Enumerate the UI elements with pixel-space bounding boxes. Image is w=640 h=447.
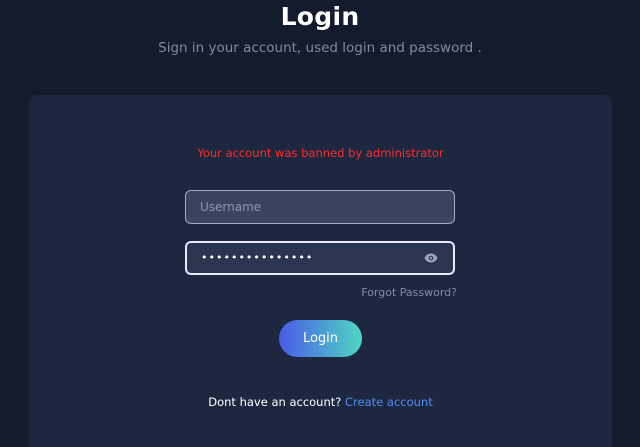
forgot-password-link[interactable]: Forgot Password? <box>361 286 457 299</box>
signup-prompt: Dont have an account? <box>208 395 346 409</box>
username-field-wrapper <box>185 190 455 224</box>
signup-line: Dont have an account? Create account <box>29 395 612 409</box>
page-subtitle: Sign in your account, used login and pas… <box>158 40 482 56</box>
error-message: Your account was banned by administrator <box>197 146 444 160</box>
login-button[interactable]: Login <box>279 320 362 357</box>
password-field-wrapper: ••••••••••••••• <box>185 241 455 275</box>
login-card: Your account was banned by administrator… <box>29 95 612 447</box>
page-title: Login <box>280 2 360 31</box>
username-input[interactable] <box>200 191 440 223</box>
password-input[interactable]: ••••••••••••••• <box>201 241 423 275</box>
create-account-link[interactable]: Create account <box>345 395 433 409</box>
eye-icon[interactable] <box>423 250 439 266</box>
